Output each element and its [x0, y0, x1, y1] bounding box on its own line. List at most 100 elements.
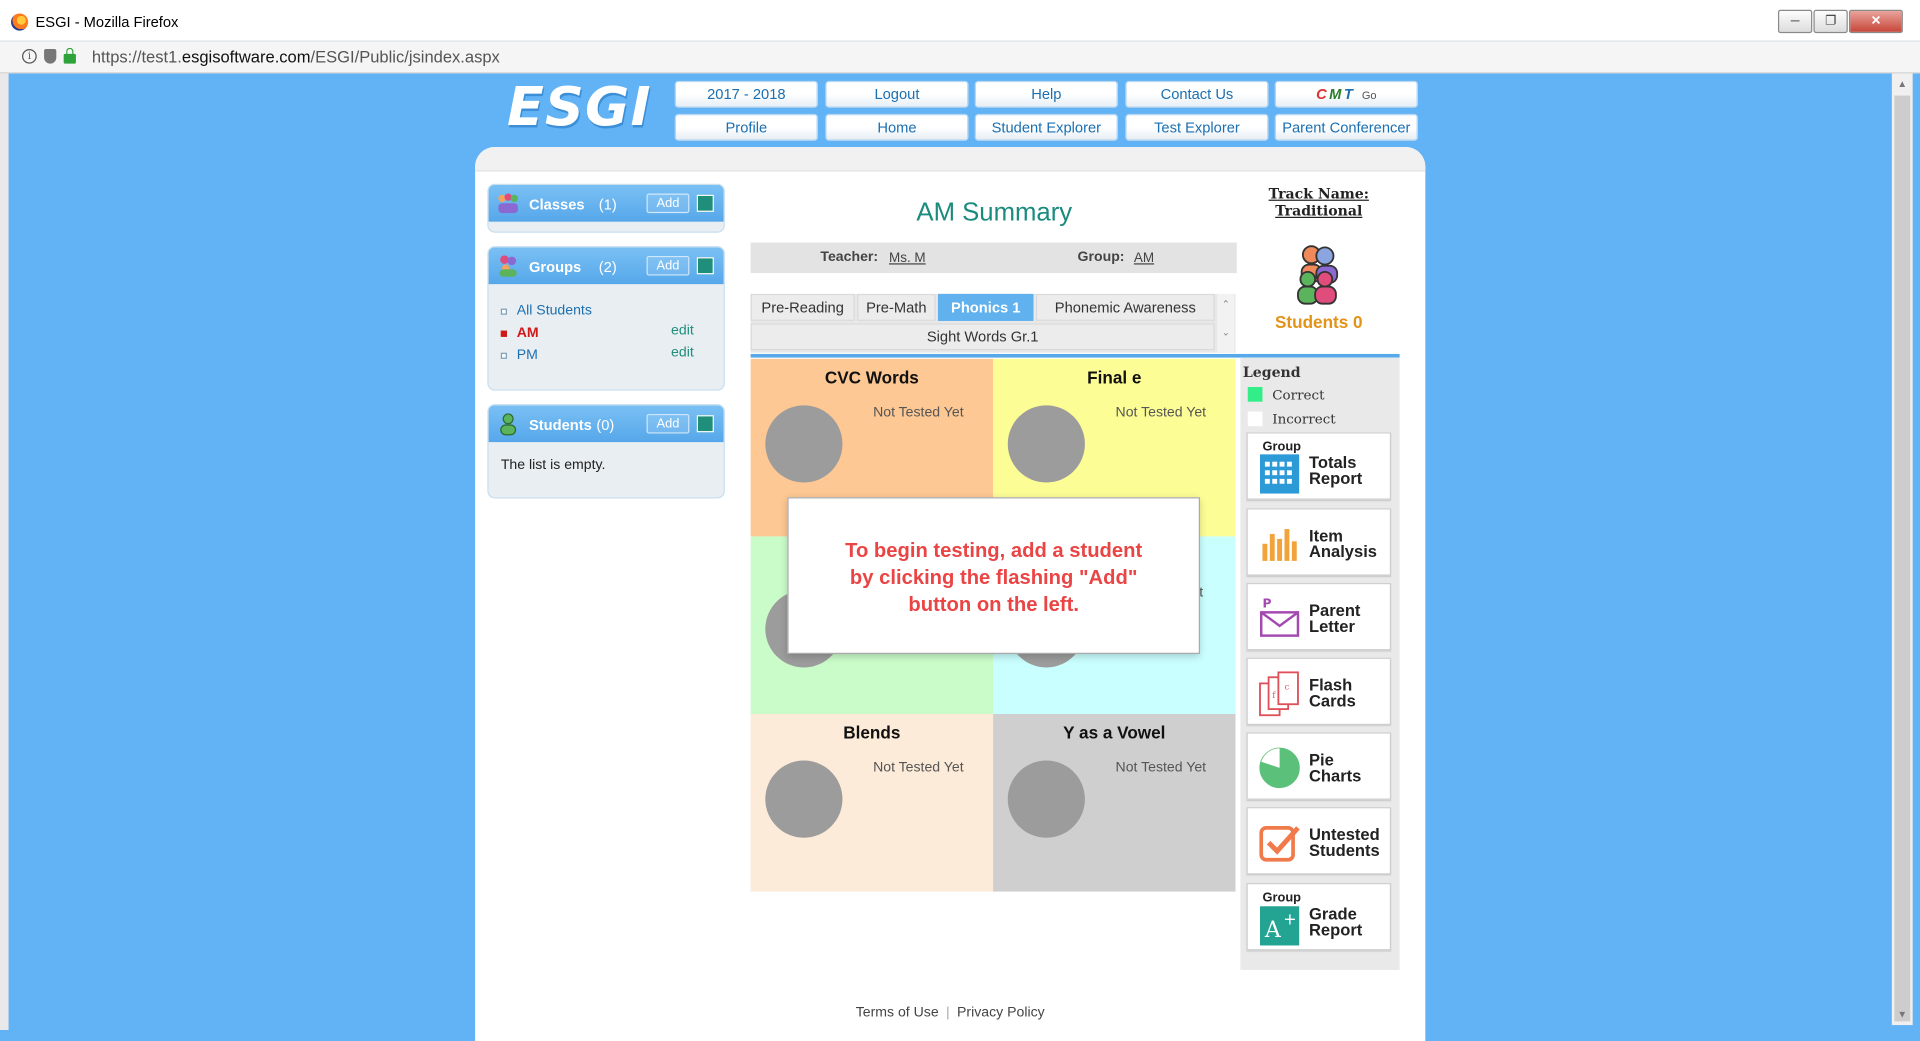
classes-box: Classes (1) Add [487, 183, 725, 233]
nav-home[interactable]: Home [825, 113, 969, 141]
nav-parent-conferencer[interactable]: Parent Conferencer [1274, 113, 1418, 141]
track-name: Track Name: Traditional [1259, 185, 1379, 219]
pie-charts-button[interactable]: Pie Charts [1246, 732, 1392, 800]
tab-phonics-1[interactable]: Phonics 1 [937, 293, 1034, 321]
groups-header: Groups (2) Add [488, 247, 724, 285]
browser-title-bar: ESGI - Mozilla Firefox ─ ❐ ✕ [0, 0, 1920, 42]
page-scrollbar[interactable]: ▲ ▼ [1891, 73, 1913, 1026]
classes-header: Classes (1) Add [488, 184, 724, 222]
nav-logout[interactable]: Logout [825, 80, 969, 108]
students-title: Students [528, 416, 592, 434]
subject-tabs: Pre-Reading Pre-Math Phonics 1 Phonemic … [750, 293, 1236, 353]
minimize-button[interactable]: ─ [1777, 9, 1813, 34]
nav-help[interactable]: Help [974, 80, 1118, 108]
group-item-am[interactable]: AM edit [500, 323, 712, 345]
classes-title: Classes [528, 195, 585, 214]
pie-placeholder[interactable] [1007, 760, 1085, 838]
track-label: Track Name: [1268, 184, 1369, 203]
item-analysis-button[interactable]: Item Analysis [1246, 508, 1392, 576]
add-student-button[interactable]: Add [646, 413, 690, 434]
tab-phonemic-awareness[interactable]: Phonemic Awareness [1035, 293, 1215, 321]
scroll-up-arrow-icon[interactable]: ▲ [1892, 73, 1913, 94]
esgi-logo[interactable]: ESGI [507, 76, 652, 138]
pie-placeholder[interactable] [765, 405, 843, 483]
teacher-value[interactable]: Ms. M [889, 251, 926, 266]
students-toggle-icon[interactable] [696, 415, 714, 433]
nav-test-explorer[interactable]: Test Explorer [1125, 113, 1269, 141]
edit-group-pm-link[interactable]: edit [671, 345, 694, 360]
subtest-status: Not Tested Yet [1115, 405, 1207, 421]
subtest-tile[interactable]: Blends Not Tested Yet [750, 714, 994, 892]
students-group-icon [1297, 245, 1339, 305]
window-title: ESGI - Mozilla Firefox [35, 13, 179, 31]
nav-school-year[interactable]: 2017 - 2018 [674, 80, 818, 108]
pie-placeholder[interactable] [765, 760, 843, 838]
group-name[interactable]: All Students [517, 304, 592, 319]
report-label: Flash Cards [1308, 676, 1356, 711]
grade-icon: A + [1260, 906, 1300, 946]
nav-student-explorer[interactable]: Student Explorer [974, 113, 1118, 141]
svg-text:+: + [1283, 910, 1296, 929]
page-title: AM Summary [916, 198, 1073, 227]
tabs-scroll[interactable]: ⌃ ⌄ [1217, 293, 1235, 353]
add-group-button[interactable]: Add [646, 255, 690, 276]
parent-letter-button[interactable]: P Parent Letter [1246, 582, 1392, 651]
privacy-policy-link[interactable]: Privacy Policy [957, 1005, 1045, 1020]
tab-pre-reading[interactable]: Pre-Reading [750, 293, 855, 321]
report-label: Totals Report [1308, 453, 1363, 488]
subtest-name: Final e [1087, 367, 1142, 388]
students-empty-text: The list is empty. [500, 458, 606, 473]
nav-cmt-go[interactable]: CMT Go [1274, 80, 1418, 108]
tab-pre-math[interactable]: Pre-Math [857, 293, 936, 321]
close-button[interactable]: ✕ [1848, 9, 1903, 34]
group-item-pm[interactable]: PM edit [500, 345, 712, 367]
student-icon [500, 413, 517, 436]
flash-cards-button[interactable]: fc Flash Cards [1246, 657, 1392, 726]
legend-title: Legend [1242, 363, 1301, 381]
info-icon[interactable]: i [22, 48, 37, 64]
group-name[interactable]: AM [517, 326, 539, 341]
tab-sight-words[interactable]: Sight Words Gr.1 [750, 323, 1215, 351]
address-bar[interactable]: i https://test1.esgisoftware.com/ESGI/Pu… [0, 41, 1920, 74]
edit-group-am-link[interactable]: edit [671, 323, 694, 338]
students-total: Students 0 [1274, 312, 1363, 332]
popup-message: To begin testing, add a student by click… [845, 540, 1143, 617]
untested-students-button[interactable]: Untested Students [1246, 807, 1392, 875]
group-bullet-icon [500, 308, 507, 315]
pie-chart-icon [1259, 747, 1300, 789]
subtest-name: CVC Words [824, 367, 919, 388]
group-label: Group: [1077, 249, 1125, 265]
group-value[interactable]: AM [1134, 251, 1154, 266]
lock-icon[interactable] [63, 47, 76, 64]
subtest-status: Not Tested Yet [873, 405, 964, 421]
legend-incorrect-swatch [1247, 411, 1263, 427]
group-bullet-icon [500, 330, 507, 337]
subtest-status: Not Tested Yet [1115, 760, 1207, 776]
classes-expand-icon[interactable] [696, 194, 714, 212]
group-grade-report-button[interactable]: Group A + Grade Report [1246, 883, 1392, 951]
tabs-scroll-up-icon[interactable]: ⌃ [1217, 299, 1234, 310]
subtest-tile[interactable]: Y as a Vowel Not Tested Yet [993, 714, 1236, 892]
group-totals-report-button[interactable]: Group Totals Report [1246, 432, 1392, 500]
teacher-label: Teacher: [820, 249, 879, 265]
terms-of-use-link[interactable]: Terms of Use [856, 1005, 939, 1020]
shield-icon[interactable] [44, 48, 57, 64]
svg-text:P: P [1262, 596, 1271, 610]
classes-count: (1) [598, 195, 617, 214]
nav-contact-us[interactable]: Contact Us [1125, 80, 1269, 108]
pie-placeholder[interactable] [1007, 405, 1085, 483]
restore-button[interactable]: ❐ [1813, 9, 1848, 34]
main-panel: Classes (1) Add Groups (2) Add All Stude… [475, 146, 1426, 1041]
groups-toggle-icon[interactable] [696, 257, 714, 275]
url-text[interactable]: https://test1.esgisoftware.com/ESGI/Publ… [92, 48, 500, 66]
group-name[interactable]: PM [517, 348, 538, 363]
add-class-button[interactable]: Add [646, 193, 690, 214]
scroll-thumb[interactable] [1894, 95, 1911, 1022]
group-item-all-students[interactable]: All Students [500, 301, 712, 323]
report-label: Pie Charts [1308, 750, 1362, 786]
tabs-scroll-down-icon[interactable]: ⌄ [1217, 327, 1234, 338]
students-count: (0) [596, 416, 615, 434]
scroll-down-arrow-icon[interactable]: ▼ [1892, 1004, 1913, 1025]
subtest-status: Not Tested Yet [873, 760, 964, 776]
nav-profile[interactable]: Profile [674, 113, 818, 141]
